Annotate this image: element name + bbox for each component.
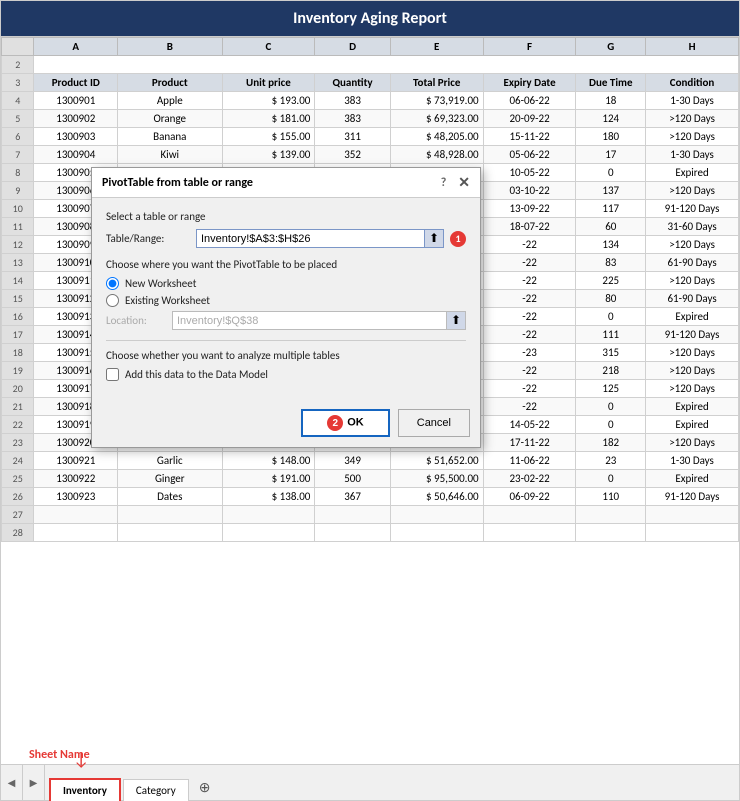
pivot-dialog: PivotTable from table or range ? ✕ Selec… [91, 167, 481, 448]
location-input[interactable] [173, 313, 446, 329]
sheet-area: A B C D E F G H 2 3 Product ID [1, 37, 739, 764]
table-range-input-wrap: ⬆ [196, 229, 444, 248]
table-range-row: Table/Range: ⬆ 1 [106, 229, 466, 248]
tabs-area: Inventory Category ⊕ [45, 765, 739, 800]
cancel-button[interactable]: Cancel [398, 409, 470, 437]
tab-inventory[interactable]: Inventory [49, 778, 121, 801]
badge-2: 2 [327, 415, 343, 431]
location-btn[interactable]: ⬆ [446, 312, 465, 329]
spreadsheet-container: Inventory Aging Report A B [0, 0, 740, 801]
badge-1: 1 [450, 231, 466, 247]
ok-button[interactable]: 2OK [301, 409, 390, 437]
location-row: Location: ⬆ [106, 311, 466, 330]
existing-worksheet-label: Existing Worksheet [125, 294, 210, 307]
tab-category[interactable]: Category [123, 779, 189, 801]
existing-worksheet-radio[interactable] [106, 294, 119, 307]
title-text: Inventory Aging Report [293, 9, 447, 28]
location-label: Location: [106, 314, 172, 327]
data-model-label: Add this data to the Data Model [125, 368, 268, 381]
nav-right-arrow[interactable]: ▶ [23, 765, 45, 800]
new-worksheet-label: New Worksheet [125, 277, 196, 290]
spreadsheet-title: Inventory Aging Report [1, 1, 739, 37]
new-worksheet-radio[interactable] [106, 277, 119, 290]
bottom-bar: Sheet Name ↓ ◀ ▶ Inventory Category ⊕ [1, 764, 739, 800]
table-range-label: Table/Range: [106, 232, 196, 245]
dialog-section3-label: Choose whether you want to analyze multi… [106, 349, 466, 362]
table-range-input[interactable] [197, 231, 424, 247]
existing-worksheet-row: Existing Worksheet [106, 294, 466, 307]
dialog-title-bar: PivotTable from table or range ? ✕ [92, 168, 480, 198]
data-model-checkbox[interactable] [106, 368, 119, 381]
dialog-body: Select a table or range Table/Range: ⬆ 1… [92, 198, 480, 403]
dialog-section1-label: Select a table or range [106, 210, 466, 223]
dialog-title-text: PivotTable from table or range [102, 176, 253, 190]
data-model-row: Add this data to the Data Model [106, 368, 466, 381]
dialog-close-button[interactable]: ✕ [458, 174, 470, 191]
dialog-section2-label: Choose where you want the PivotTable to … [106, 258, 466, 271]
tab-add-button[interactable]: ⊕ [191, 775, 219, 800]
new-worksheet-row: New Worksheet [106, 277, 466, 290]
dialog-buttons: 2OK Cancel [92, 403, 480, 447]
nav-left-arrow[interactable]: ◀ [1, 765, 23, 800]
dialog-overlay: PivotTable from table or range ? ✕ Selec… [1, 37, 739, 764]
dialog-help-icon[interactable]: ? [441, 176, 447, 190]
location-input-wrap: ⬆ [172, 311, 466, 330]
dialog-divider [106, 340, 466, 341]
table-range-btn[interactable]: ⬆ [424, 230, 443, 247]
annotation-arrow: ↓ [73, 750, 89, 768]
